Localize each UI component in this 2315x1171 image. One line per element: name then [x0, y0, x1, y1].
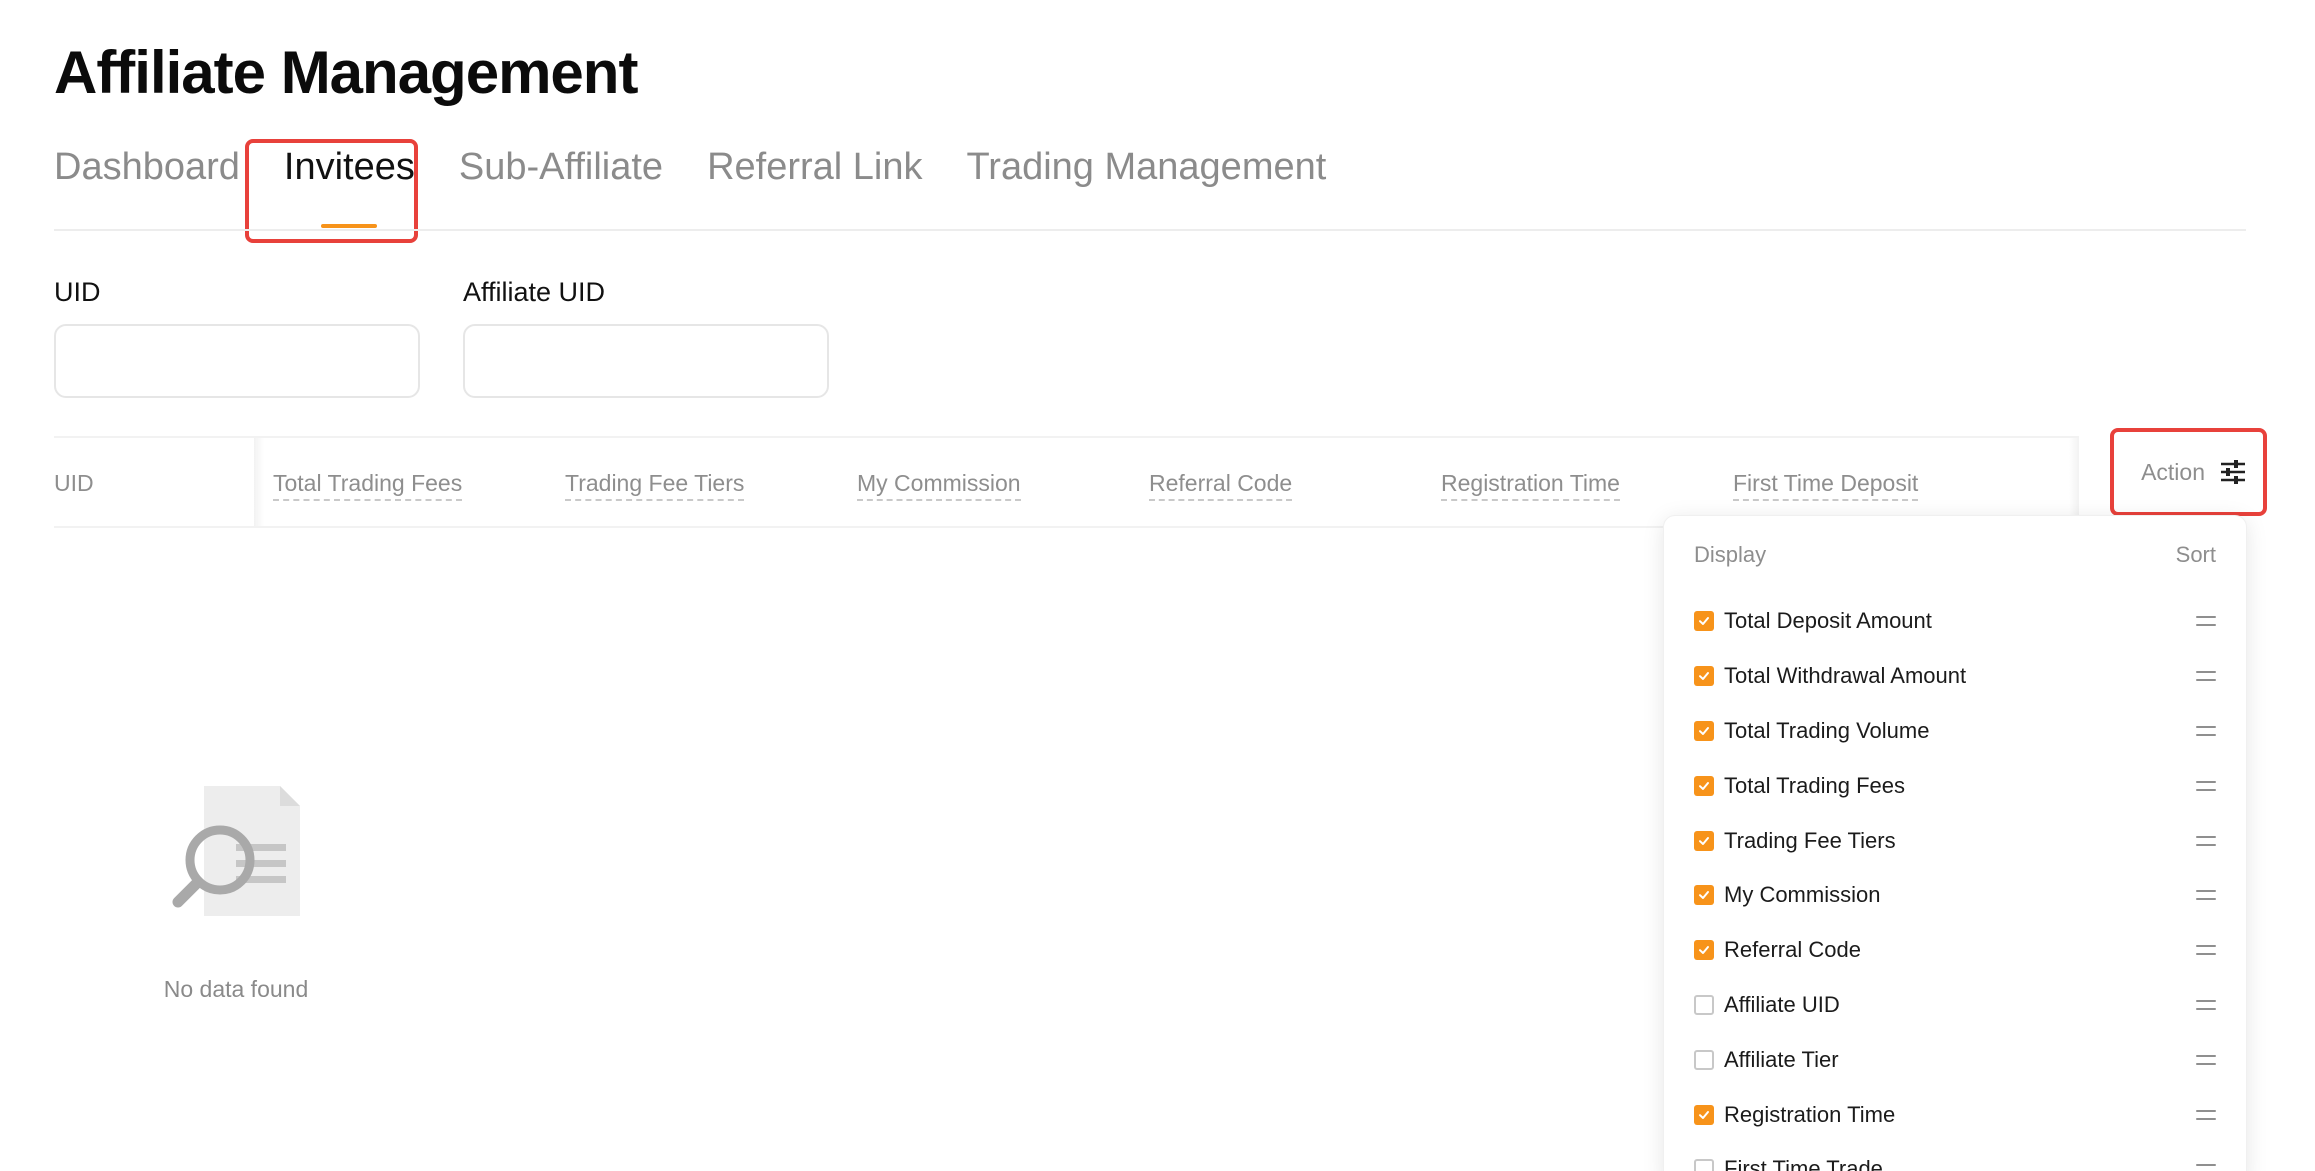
checkbox-unchecked[interactable] [1694, 994, 1714, 1015]
column-header-total-trading-fees[interactable]: Total Trading Fees [273, 470, 463, 501]
sort-header: Sort [2175, 542, 2216, 567]
column-header-my-commission[interactable]: My Commission [857, 470, 1021, 501]
drag-handle-icon[interactable] [2196, 779, 2216, 793]
column-setting-toggle[interactable]: First Time Trade [1694, 1156, 1883, 1171]
column-setting-row: First Time Trade [1694, 1142, 2216, 1171]
document-search-icon [172, 786, 300, 916]
display-header: Display [1694, 542, 1767, 567]
checkbox-checked[interactable] [1694, 940, 1714, 961]
sliders-icon [2221, 460, 2245, 484]
column-setting-label: Referral Code [1724, 937, 1861, 963]
column-settings-header: Display Sort [1694, 542, 2216, 568]
page-title: Affiliate Management [54, 39, 638, 106]
column-setting-toggle[interactable]: My Commission [1694, 882, 1880, 908]
checkbox-checked[interactable] [1694, 666, 1714, 687]
page: Affiliate Management Dashboard Invitees … [0, 0, 2315, 1171]
drag-handle-icon[interactable] [2196, 1053, 2216, 1067]
affiliate-uid-input[interactable] [463, 324, 829, 398]
column-setting-row: Affiliate UID [1694, 978, 2216, 1033]
column-setting-toggle[interactable]: Affiliate Tier [1694, 1047, 1839, 1073]
column-setting-row: Affiliate Tier [1694, 1032, 2216, 1087]
action-column-settings-button[interactable]: Action [2110, 428, 2267, 516]
column-setting-label: Total Trading Volume [1724, 717, 1930, 743]
drag-handle-icon[interactable] [2196, 1162, 2216, 1171]
uid-filter: UID [54, 277, 420, 398]
column-setting-row: Total Trading Volume [1694, 704, 2216, 759]
column-setting-row: Registration Time [1694, 1087, 2216, 1142]
checkbox-unchecked[interactable] [1694, 1049, 1714, 1070]
column-setting-toggle[interactable]: Total Trading Fees [1694, 773, 1905, 799]
column-setting-row: Referral Code [1694, 923, 2216, 978]
column-setting-label: My Commission [1724, 882, 1881, 908]
drag-handle-icon[interactable] [2196, 888, 2216, 902]
drag-handle-icon[interactable] [2196, 614, 2216, 628]
column-header-registration-time[interactable]: Registration Time [1441, 470, 1620, 501]
column-setting-row: Total Trading Fees [1694, 758, 2216, 813]
column-setting-toggle[interactable]: Registration Time [1694, 1102, 1895, 1128]
column-setting-toggle[interactable]: Trading Fee Tiers [1694, 828, 1896, 854]
column-setting-toggle[interactable]: Total Trading Volume [1694, 718, 1929, 744]
tab-dashboard[interactable]: Dashboard [54, 148, 240, 186]
checkbox-checked[interactable] [1694, 720, 1714, 741]
empty-state-text: No data found [163, 976, 309, 1002]
tabs-divider [54, 229, 2246, 231]
column-setting-toggle[interactable]: Total Deposit Amount [1694, 608, 1932, 634]
checkbox-checked[interactable] [1694, 830, 1714, 851]
column-settings-dropdown: Display Sort Total Deposit Amount Total W… [1663, 515, 2247, 1171]
column-setting-label: First Time Trade [1724, 1156, 1883, 1171]
drag-handle-icon[interactable] [2196, 834, 2216, 848]
drag-handle-icon[interactable] [2196, 943, 2216, 957]
checkbox-unchecked[interactable] [1694, 1159, 1714, 1171]
column-setting-toggle[interactable]: Total Withdrawal Amount [1694, 663, 1966, 689]
uid-input[interactable] [54, 324, 420, 398]
tab-sub-affiliate[interactable]: Sub-Affiliate [459, 148, 663, 186]
column-header-first-time-deposit[interactable]: First Time Deposit [1733, 470, 1919, 501]
drag-handle-icon[interactable] [2196, 669, 2216, 683]
affiliate-uid-filter-label: Affiliate UID [463, 277, 606, 307]
column-setting-label: Trading Fee Tiers [1724, 827, 1896, 853]
column-setting-label: Affiliate UID [1724, 991, 1840, 1017]
drag-handle-icon[interactable] [2196, 1108, 2216, 1122]
drag-handle-icon[interactable] [2196, 998, 2216, 1012]
column-setting-label: Affiliate Tier [1724, 1046, 1839, 1072]
checkbox-checked[interactable] [1694, 611, 1714, 632]
column-setting-toggle[interactable]: Affiliate UID [1694, 992, 1840, 1018]
column-setting-row: My Commission [1694, 868, 2216, 923]
column-setting-label: Total Withdrawal Amount [1724, 663, 1967, 689]
column-setting-toggle[interactable]: Referral Code [1694, 937, 1861, 963]
action-column-divider [2069, 438, 2079, 526]
column-setting-row: Trading Fee Tiers [1694, 813, 2216, 868]
column-setting-row: Total Deposit Amount [1694, 594, 2216, 649]
action-label: Action [2141, 458, 2205, 485]
drag-handle-icon[interactable] [2196, 724, 2216, 738]
tab-referral-link[interactable]: Referral Link [707, 148, 922, 186]
tab-trading-management[interactable]: Trading Management [967, 148, 1327, 186]
affiliate-uid-filter: Affiliate UID [463, 277, 829, 398]
column-setting-label: Total Deposit Amount [1724, 608, 1932, 634]
column-setting-label: Registration Time [1724, 1101, 1896, 1127]
uid-filter-label: UID [54, 277, 101, 307]
column-settings-list: Total Deposit Amount Total Withdrawal Amo… [1694, 594, 2216, 1171]
checkbox-checked[interactable] [1694, 885, 1714, 906]
column-header-uid: UID [54, 470, 94, 496]
checkbox-checked[interactable] [1694, 1104, 1714, 1125]
column-setting-row: Total Withdrawal Amount [1694, 649, 2216, 704]
column-header-trading-fee-tiers[interactable]: Trading Fee Tiers [565, 470, 745, 501]
uid-column-divider [254, 438, 264, 526]
invitees-highlight-box [245, 139, 418, 243]
checkbox-checked[interactable] [1694, 775, 1714, 796]
column-setting-label: Total Trading Fees [1724, 772, 1905, 798]
column-header-referral-code[interactable]: Referral Code [1149, 470, 1293, 501]
